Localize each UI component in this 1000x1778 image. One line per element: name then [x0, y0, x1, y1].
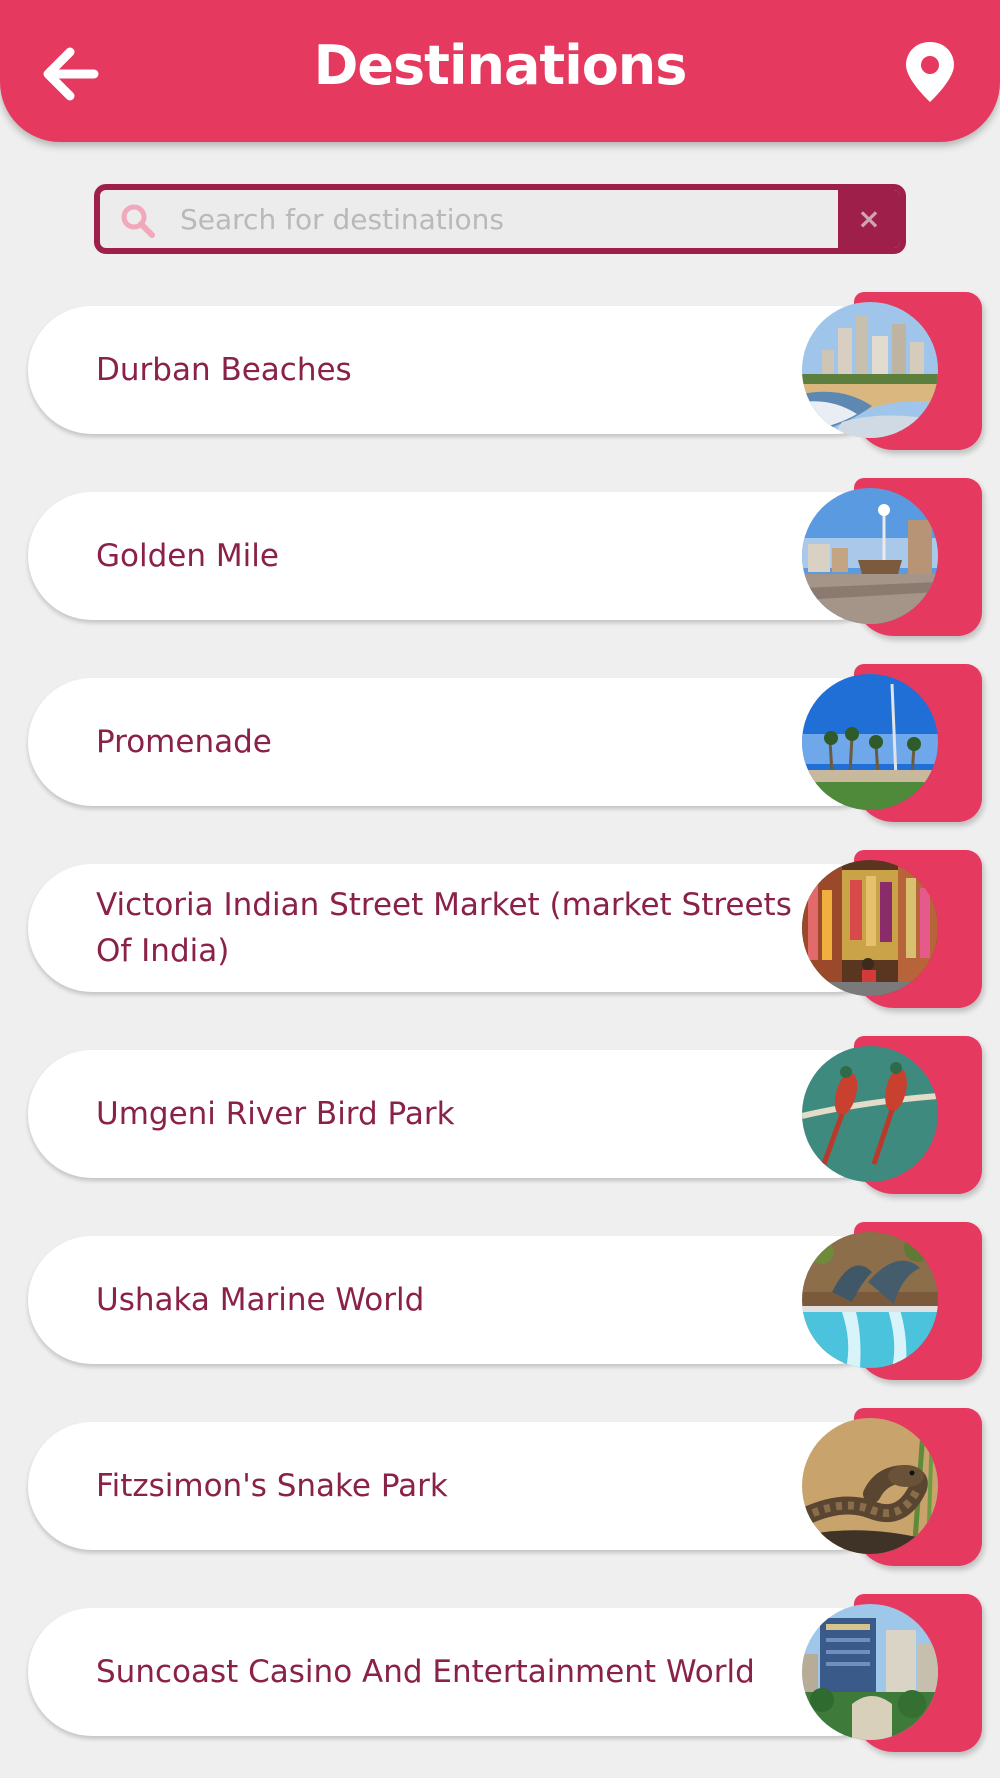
location-button[interactable] — [900, 38, 960, 108]
search-icon — [121, 204, 155, 238]
beachfront-promenade-photo — [802, 488, 938, 624]
map-pin-icon — [906, 42, 954, 102]
destination-name: Promenade — [96, 724, 272, 760]
search-clear-button[interactable]: × — [838, 190, 900, 248]
snake-photo — [802, 1418, 938, 1554]
destination-name: Suncoast Casino And Entertainment World — [96, 1654, 755, 1690]
destination-name: Victoria Indian Street Market (market St… — [96, 887, 792, 969]
app-header: Destinations — [0, 0, 1000, 142]
list-item[interactable]: Victoria Indian Street Market (market St… — [28, 850, 982, 1010]
list-item[interactable]: Durban Beaches — [28, 292, 982, 452]
dolphin-show-photo — [802, 1232, 938, 1368]
search-bar: × — [94, 184, 906, 254]
list-item[interactable]: Promenade — [28, 664, 982, 824]
palm-promenade-photo — [802, 674, 938, 810]
destination-name: Umgeni River Bird Park — [96, 1096, 455, 1132]
bee-eater-birds-photo — [802, 1046, 938, 1182]
market-stall-photo — [802, 860, 938, 996]
casino-building-photo — [802, 1604, 938, 1740]
close-icon: × — [857, 202, 881, 235]
list-item[interactable]: Fitzsimon's Snake Park — [28, 1408, 982, 1568]
list-item[interactable]: Golden Mile — [28, 478, 982, 638]
destination-name: Ushaka Marine World — [96, 1282, 425, 1318]
destination-name: Durban Beaches — [96, 352, 352, 388]
destination-name: Fitzsimon's Snake Park — [96, 1468, 448, 1504]
list-item[interactable]: Ushaka Marine World — [28, 1222, 982, 1382]
search-input[interactable] — [180, 190, 820, 248]
page-title: Destinations — [313, 34, 688, 97]
list-item[interactable]: Suncoast Casino And Entertainment World — [28, 1594, 982, 1754]
list-item[interactable]: Umgeni River Bird Park — [28, 1036, 982, 1196]
beach-city-photo — [802, 302, 938, 438]
destination-name: Golden Mile — [96, 538, 279, 574]
